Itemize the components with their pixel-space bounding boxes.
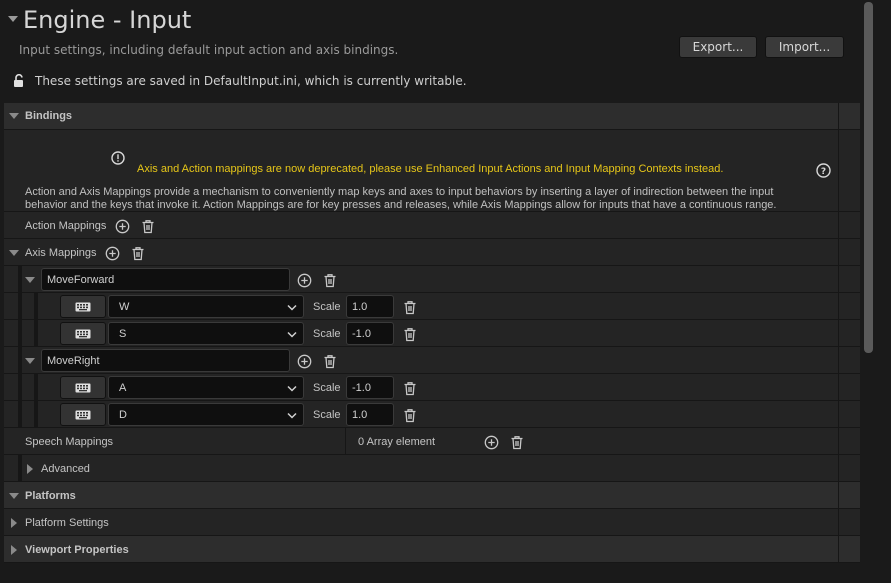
keyboard-icon[interactable] [60,322,106,345]
scale-label: Scale [313,301,341,313]
delete-key-button[interactable] [402,407,418,423]
axis-name-input[interactable]: MoveForward [41,268,290,291]
page-subtitle: Input settings, including default input … [19,43,399,57]
collapse-section-icon[interactable] [8,16,18,22]
category-bindings[interactable]: Bindings [4,103,860,130]
speech-mappings-label: Speech Mappings [25,436,114,448]
key-select[interactable]: W [108,295,304,318]
saved-notice: These settings are saved in DefaultInput… [35,74,467,88]
scale-input[interactable]: -1.0 [346,322,394,345]
description-line-1: Action and Axis Mappings provide a mecha… [25,186,774,198]
key-mapping-row: S Scale -1.0 [4,320,860,347]
expand-icon[interactable] [11,545,17,555]
delete-speech-mappings-button[interactable] [509,434,525,450]
advanced-label: Advanced [41,463,90,475]
chevron-down-icon [287,412,297,419]
delete-key-button[interactable] [402,299,418,315]
category-label: Bindings [25,110,73,122]
key-select[interactable]: S [108,322,304,345]
axis-name-input[interactable]: MoveRight [41,349,290,372]
delete-axis-mappings-button[interactable] [130,245,146,261]
scale-input[interactable]: 1.0 [346,403,394,426]
category-platforms[interactable]: Platforms [4,482,860,509]
speech-mappings-count: 0 Array element [358,436,436,448]
keyboard-icon[interactable] [60,403,106,426]
keyboard-icon[interactable] [60,295,106,318]
category-label: Viewport Properties [25,544,129,556]
action-mappings-row: Action Mappings [4,212,860,239]
add-action-mapping-button[interactable] [114,218,130,234]
expand-icon[interactable] [27,464,33,474]
scale-label: Scale [313,382,341,394]
delete-key-button[interactable] [402,380,418,396]
keyboard-icon[interactable] [60,376,106,399]
category-viewport-properties[interactable]: Viewport Properties [4,536,860,563]
collapse-icon[interactable] [9,493,19,499]
key-value: A [119,381,127,394]
scrollbar-thumb[interactable] [864,2,873,353]
chevron-down-icon [287,385,297,392]
warning-icon [111,151,125,165]
platform-settings-row[interactable]: Platform Settings [4,509,860,536]
axis-mappings-label: Axis Mappings [25,247,97,259]
collapse-icon[interactable] [9,113,19,119]
axis-group-row: MoveRight [4,347,860,374]
description-line-2: behavior and the keys that invoke it. Ac… [25,199,777,211]
add-key-button[interactable] [296,353,312,369]
speech-mappings-row: Speech Mappings 0 Array element [4,428,860,455]
collapse-icon[interactable] [9,250,19,256]
delete-axis-button[interactable] [322,272,338,288]
scale-label: Scale [313,409,341,421]
import-button[interactable]: Import... [765,36,844,58]
delete-action-mappings-button[interactable] [140,218,156,234]
axis-mappings-row: Axis Mappings [4,239,860,266]
deprecation-notice: Axis and Action mappings are now depreca… [4,130,860,212]
key-mapping-row: A Scale -1.0 [4,374,860,401]
axis-group-row: MoveForward [4,266,860,293]
key-mapping-row: W Scale 1.0 [4,293,860,320]
scale-input[interactable]: 1.0 [346,295,394,318]
scale-input[interactable]: -1.0 [346,376,394,399]
unlock-icon [12,73,26,88]
key-value: D [119,408,127,421]
delete-key-button[interactable] [402,326,418,342]
key-mapping-row: D Scale 1.0 [4,401,860,428]
key-value: W [119,300,130,313]
chevron-down-icon [287,331,297,338]
add-speech-mapping-button[interactable] [483,434,499,450]
platform-settings-label: Platform Settings [25,517,109,529]
help-icon[interactable]: ? [816,163,831,178]
delete-axis-button[interactable] [322,353,338,369]
scale-label: Scale [313,328,341,340]
add-axis-mapping-button[interactable] [104,245,120,261]
page-title: Engine - Input [23,6,192,34]
action-mappings-label: Action Mappings [25,220,107,232]
chevron-down-icon [287,304,297,311]
collapse-icon[interactable] [25,277,35,283]
expand-icon[interactable] [11,518,17,528]
advanced-row[interactable]: Advanced [4,455,860,482]
category-label: Platforms [25,490,76,502]
add-key-button[interactable] [296,272,312,288]
key-value: S [119,327,127,340]
collapse-icon[interactable] [25,358,35,364]
key-select[interactable]: A [108,376,304,399]
svg-text:?: ? [821,167,826,177]
key-select[interactable]: D [108,403,304,426]
export-button[interactable]: Export... [679,36,757,58]
deprecation-warning: Axis and Action mappings are now depreca… [137,163,724,175]
